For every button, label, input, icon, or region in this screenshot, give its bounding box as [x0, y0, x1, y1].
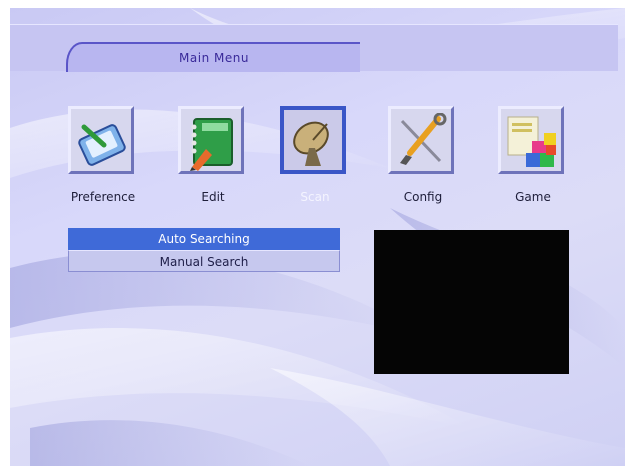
edit-notebook-icon: [190, 118, 233, 171]
header-tab: Main Menu: [66, 42, 360, 72]
menu-icon-game[interactable]: Game: [488, 106, 578, 206]
page-title: Main Menu: [179, 51, 249, 65]
menu-icon-scan[interactable]: Scan: [270, 106, 360, 206]
scan-submenu: Auto Searching Manual Search: [68, 228, 340, 272]
menu-icon-edit[interactable]: Edit: [168, 106, 258, 206]
icon-label: Game: [515, 190, 551, 204]
game-blocks-icon: [507, 116, 556, 167]
icon-label: Edit: [201, 190, 225, 204]
icon-tile: [178, 106, 244, 174]
menu-icon-preference[interactable]: Preference: [58, 106, 148, 206]
icon-tile: [68, 106, 134, 174]
menu-item-manual-search[interactable]: Manual Search: [68, 250, 340, 272]
satellite-dish-icon: [293, 121, 329, 166]
icon-tile: [388, 106, 454, 174]
icon-label: Preference: [70, 190, 136, 204]
preference-icon: [78, 124, 126, 166]
icon-label: Config: [403, 190, 443, 204]
video-preview: [374, 230, 569, 374]
menu-icon-config[interactable]: Config: [378, 106, 468, 206]
icon-tile: [498, 106, 564, 174]
tools-icon: [400, 113, 447, 165]
icon-tile: [280, 106, 346, 174]
menu-item-auto-searching[interactable]: Auto Searching: [68, 228, 340, 250]
icon-label: Scan: [300, 190, 330, 204]
